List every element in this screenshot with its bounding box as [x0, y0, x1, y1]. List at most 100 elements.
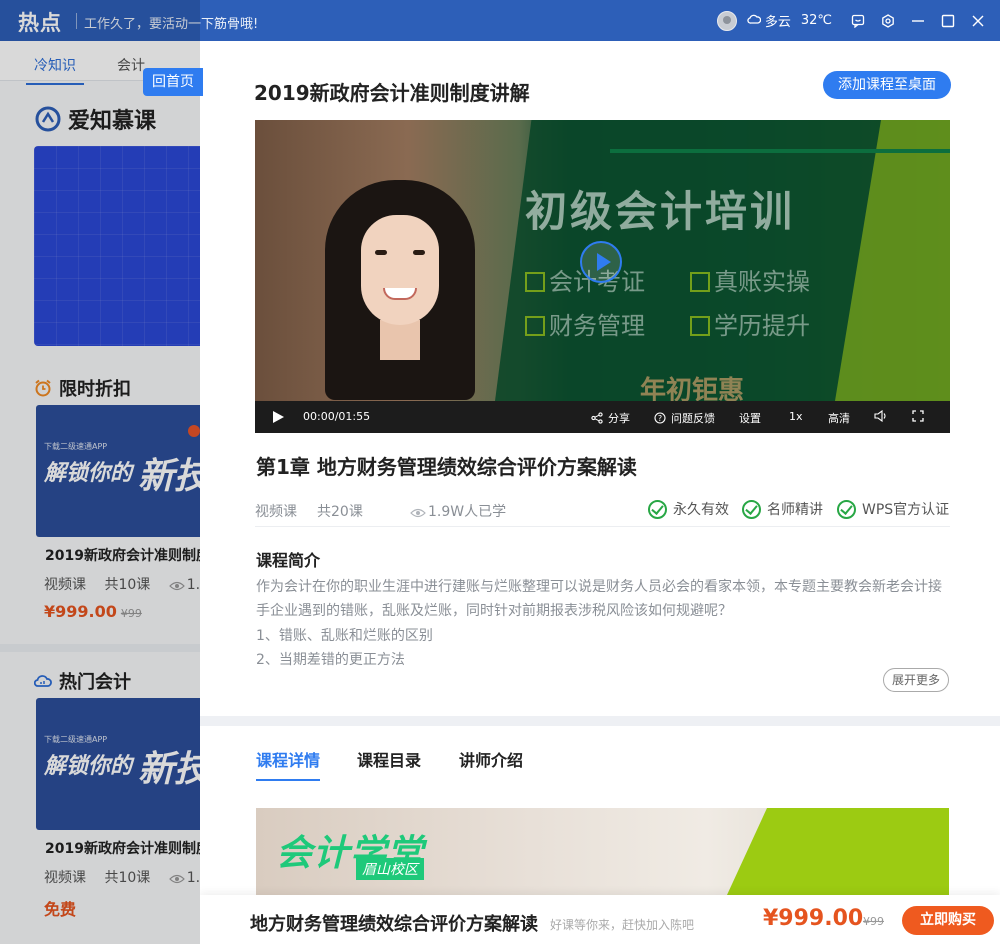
- check-circle-icon: [742, 499, 761, 519]
- svg-text:?: ?: [658, 414, 662, 423]
- title-bar: 热点 工作久了，要活动一下筋骨哦! 多云 32℃: [0, 0, 1000, 41]
- tab-accounting[interactable]: 会计: [117, 55, 145, 75]
- quality-button[interactable]: 高清: [828, 410, 850, 426]
- course-thumbnail[interactable]: 下载二级速通APP 解锁你的 新技: [36, 405, 226, 537]
- price-original: ¥99: [120, 607, 142, 620]
- section-divider: [0, 644, 200, 652]
- course-detail-drawer: 2019新政府会计准则制度讲解 添加课程至桌面 初级会计培训 会计考证 真账实操…: [200, 41, 1000, 944]
- thumb-headline: 解锁你的: [44, 754, 133, 779]
- course-price: ¥999.00 ¥99: [44, 602, 142, 621]
- play-overlay-button[interactable]: [580, 241, 622, 283]
- weather-temperature: 32℃: [800, 13, 832, 28]
- weather-condition: 多云: [764, 15, 791, 30]
- course-lessons: 共10课: [104, 577, 151, 593]
- price-current: ¥999.00: [763, 906, 864, 931]
- cloud-chart-icon: [34, 675, 52, 687]
- course-name: 2019新政府会计准则制度讲解: [254, 81, 530, 105]
- section-title: 热门会计: [59, 672, 131, 693]
- volume-icon[interactable]: [874, 410, 893, 422]
- chapter-title: 第1章 地方财务管理绩效综合评价方案解读: [256, 455, 637, 479]
- course-meta-row: 视频课 共20课 1.9W人已学 永久有效 名师精讲 WPS官方认证: [255, 499, 950, 527]
- course-type: 视频课: [44, 870, 86, 886]
- course-type: 视频课: [44, 577, 86, 593]
- course-price-free: 免费: [44, 900, 77, 919]
- play-icon[interactable]: [273, 411, 284, 423]
- intro-paragraph: 作为会计在你的职业生涯中进行建账与烂账整理可以说是财务人员必会的看家本领，本专题…: [256, 579, 942, 619]
- section-header-discount: 限时折扣: [34, 375, 131, 401]
- share-label: 分享: [608, 412, 630, 425]
- intro-point: 1、错账、乱账和烂账的区别: [256, 628, 433, 644]
- share-icon: [591, 412, 603, 424]
- expand-more-button[interactable]: 展开更多: [883, 668, 949, 692]
- course-detail-banner: 会计学堂 眉山校区: [256, 808, 949, 908]
- badge-famous-teacher: 名师精讲: [742, 499, 823, 519]
- brand-name: 爱知慕课: [68, 109, 157, 134]
- tab-instructor[interactable]: 讲师介绍: [459, 747, 523, 771]
- purchase-bar: 地方财务管理绩效综合评价方案解读 好课等你来，赶快加入陈吧 ¥999.00 ¥9…: [200, 895, 1000, 944]
- app-logo: 热点: [18, 10, 62, 35]
- buy-now-button[interactable]: 立即购买: [902, 906, 994, 935]
- course-thumbnail[interactable]: 下载二级速通APP 解锁你的 新技: [36, 698, 226, 830]
- tab-course-catalog[interactable]: 课程目录: [357, 747, 421, 771]
- video-feature: 财务管理: [525, 306, 645, 341]
- purchase-bar-title: 地方财务管理绩效综合评价方案解读: [250, 914, 538, 935]
- feedback-icon[interactable]: [850, 13, 866, 29]
- playback-time: 00:00/01:55: [303, 410, 371, 423]
- settings-button[interactable]: 设置: [739, 410, 761, 426]
- check-circle-icon: [648, 499, 667, 519]
- minimize-icon[interactable]: [910, 13, 926, 29]
- presenter-image: [325, 180, 475, 400]
- price-current: ¥999.00: [44, 602, 117, 621]
- banner-accent: [721, 808, 949, 908]
- player-controls: 00:00/01:55 分享 ? 问题反馈 设置 1x 高清: [255, 401, 950, 433]
- video-feature: 学历提升: [690, 306, 810, 341]
- video-player[interactable]: 初级会计培训 会计考证 真账实操 财务管理 学历提升 年初钜惠 00:00/01…: [255, 120, 950, 433]
- weather-icon: [747, 12, 762, 30]
- alarm-clock-icon: [35, 379, 51, 397]
- hero-banner[interactable]: [34, 146, 224, 346]
- learners-value: 1.9W人已学: [428, 504, 507, 520]
- thumb-caption: 下载二级速通APP: [44, 735, 108, 744]
- course-type: 视频课: [255, 504, 297, 520]
- feedback-label: 问题反馈: [671, 412, 715, 425]
- slogan-text: 工作久了，要活动一下筋骨哦!: [84, 17, 259, 32]
- video-title: 初级会计培训: [525, 187, 796, 236]
- share-button[interactable]: 分享: [591, 410, 630, 426]
- thumb-caption: 下载二级速通APP: [44, 442, 108, 451]
- tab-cold-knowledge[interactable]: 冷知识: [26, 55, 84, 85]
- thumb-headline: 解锁你的: [44, 461, 133, 486]
- eye-icon: [410, 508, 426, 518]
- settings-icon[interactable]: [880, 13, 896, 29]
- purchase-bar-subtitle: 好课等你来，赶快加入陈吧: [550, 918, 695, 932]
- back-home-button[interactable]: 回首页: [143, 68, 203, 96]
- badge-wps-certified: WPS官方认证: [837, 499, 949, 519]
- add-to-desktop-button[interactable]: 添加课程至桌面: [823, 71, 951, 99]
- learners-count: 1.9W人已学: [410, 501, 506, 521]
- check-circle-icon: [837, 499, 856, 519]
- price-original: ¥99: [863, 915, 884, 928]
- section-gap: [200, 716, 1000, 726]
- video-stripe: [610, 149, 950, 153]
- tab-course-details[interactable]: 课程详情: [256, 747, 321, 781]
- badge-permanent: 永久有效: [648, 499, 729, 519]
- speed-button[interactable]: 1x: [789, 410, 803, 423]
- feedback-button[interactable]: ? 问题反馈: [654, 410, 715, 426]
- help-icon: ?: [654, 412, 666, 424]
- intro-point: 2、当期差错的更正方法: [256, 652, 405, 668]
- eye-icon: [168, 581, 185, 591]
- brand-header: 爱知慕课: [34, 103, 156, 135]
- title-separator: [76, 13, 77, 29]
- fullscreen-icon[interactable]: [912, 410, 929, 422]
- maximize-icon[interactable]: [940, 13, 956, 29]
- course-lessons: 共10课: [104, 870, 151, 886]
- section-header-popular: 热门会计: [34, 668, 131, 694]
- section-title: 限时折扣: [59, 379, 131, 400]
- eye-icon: [168, 874, 185, 884]
- user-avatar[interactable]: [716, 10, 737, 31]
- brand-logo-icon: [35, 106, 61, 132]
- intro-heading: 课程简介: [256, 551, 321, 570]
- banner-subtitle: 眉山校区: [356, 858, 424, 880]
- course-lessons: 共20课: [317, 504, 363, 520]
- close-icon[interactable]: [970, 13, 986, 29]
- thumb-badge-dot: [188, 425, 200, 437]
